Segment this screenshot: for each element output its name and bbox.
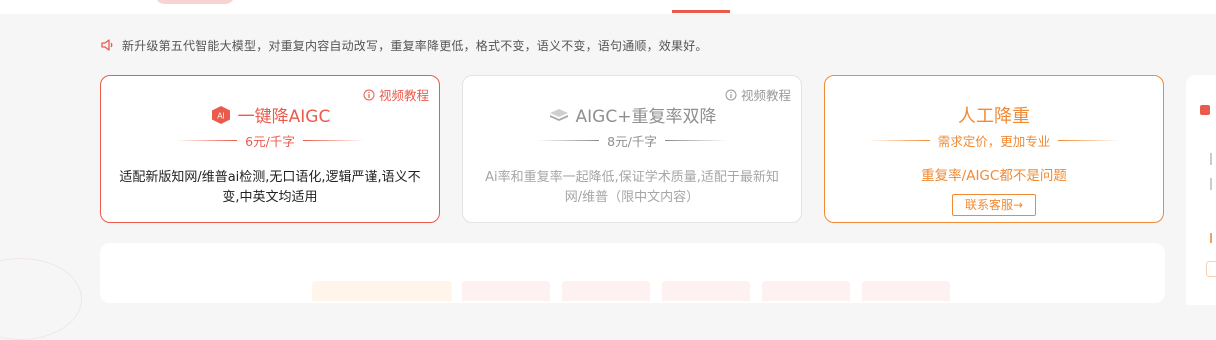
price-row: 8元/千字	[463, 131, 801, 150]
price-row: 需求定价，更加专业	[825, 131, 1163, 150]
info-icon	[363, 89, 375, 100]
background-decoration	[0, 258, 82, 340]
price-label: 8元/千字	[607, 134, 657, 149]
card-title-text: 一键降AIGC	[237, 107, 331, 127]
option-tab[interactable]	[662, 281, 750, 301]
card-title-text: 人工降重	[958, 106, 1030, 127]
option-tab[interactable]	[312, 281, 452, 301]
card-title-text: AIGC+重复率双降	[575, 107, 717, 127]
divider-right	[302, 139, 365, 142]
card-description: Ai率和重复率一起降低,保证学术质量,适配于最新知网/维普（限中文内容）	[485, 170, 779, 205]
divider-left	[867, 139, 930, 142]
option-tab[interactable]	[862, 281, 950, 301]
price-row: 6元/千字	[101, 131, 439, 150]
notice-bar: 新升级第五代智能大模型，对重复内容自动改写，重复率降更低，格式不变，语义不变，语…	[100, 36, 708, 54]
content-panel	[100, 243, 1165, 303]
side-badge	[1200, 105, 1210, 115]
side-panel	[1186, 75, 1216, 305]
price-label: 需求定价，更加专业	[937, 134, 1051, 149]
service-card-reduce-aigc[interactable]: 视频教程 AI 一键降AIGC 6元/千字 适配新版知网/维普ai检测,无口语化…	[100, 75, 440, 223]
side-glyph	[1210, 178, 1216, 190]
side-glyph	[1210, 233, 1216, 243]
info-icon	[725, 89, 737, 100]
notice-text: 新升级第五代智能大模型，对重复内容自动改写，重复率降更低，格式不变，语义不变，语…	[122, 38, 708, 53]
logo-fragment	[155, 0, 235, 4]
ai-badge-icon: AI	[211, 105, 230, 124]
side-glyph	[1210, 153, 1216, 165]
layers-icon	[549, 108, 568, 121]
speaker-icon	[101, 39, 113, 51]
card-title: AI 一键降AIGC	[101, 102, 439, 127]
divider-left	[175, 139, 238, 142]
divider-left	[537, 139, 600, 142]
side-glyph	[1206, 261, 1216, 277]
top-nav-strip	[0, 0, 1216, 14]
card-description: 适配新版知网/维普ai检测,无口语化,逻辑严谨,语义不变,中英文均适用	[119, 170, 421, 205]
card-title: 人工降重	[825, 102, 1163, 128]
option-tab[interactable]	[462, 281, 550, 301]
active-tab-indicator	[672, 10, 730, 13]
ai-badge-text: AI	[217, 111, 225, 120]
divider-right	[664, 139, 727, 142]
option-tab[interactable]	[762, 281, 850, 301]
divider-right	[1058, 139, 1121, 142]
card-description: 重复率/AIGC都不是问题	[921, 168, 1067, 184]
card-title: AIGC+重复率双降	[463, 102, 801, 127]
service-card-dual-reduce[interactable]: 视频教程 AIGC+重复率双降 8元/千字 Ai率和重复率一起降低,保证学术质量…	[462, 75, 802, 223]
service-card-manual-reduce[interactable]: 人工降重 需求定价，更加专业 重复率/AIGC都不是问题 联系客服→	[824, 75, 1164, 223]
option-tab[interactable]	[562, 281, 650, 301]
price-label: 6元/千字	[245, 134, 295, 149]
contact-support-button[interactable]: 联系客服→	[952, 194, 1036, 216]
